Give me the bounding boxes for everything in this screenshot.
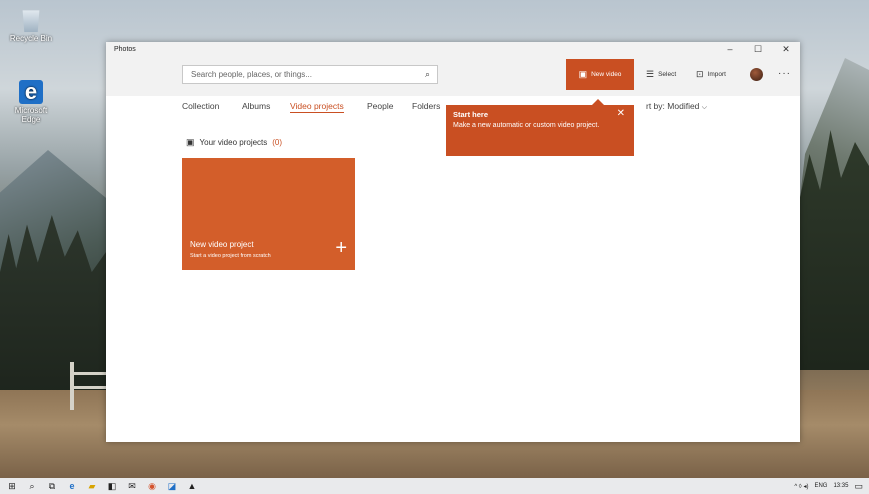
new-video-icon: ▣ [578,69,588,79]
edge-taskbar-icon[interactable]: e [64,478,80,494]
clock[interactable]: 13:35 [833,483,848,489]
title-bar: Photos – ☐ ✕ Search people, places, or t… [106,42,800,96]
tab-albums[interactable]: Albums [242,101,270,111]
task-view-icon[interactable]: ⧉ [44,478,60,494]
system-tray: ^ ◊ ◂) ENG 13:35 ▭ [794,478,863,494]
new-video-project-tile[interactable]: New video project Start a video project … [182,158,355,270]
app-icon[interactable]: ◪ [164,478,180,494]
select-button[interactable]: ☰ Select [646,69,676,80]
tab-video-projects[interactable]: Video projects [290,101,344,113]
teaching-tip-body: Make a new automatic or custom video pro… [453,122,600,129]
import-button[interactable]: ⊡ Import [696,69,726,80]
plus-icon: + [335,237,347,259]
taskbar: ⊞ ⌕ ⧉ e ▰ ◧ ✉ ◉ ◪ ▲ ^ ◊ ◂) ENG 13:35 ▭ [0,478,869,494]
tab-collection[interactable]: Collection [182,101,219,111]
desktop-icon-label: Microsoft Edge [14,106,48,124]
chevron-down-icon: ⌵ [701,104,708,111]
tab-folders[interactable]: Folders [412,101,440,111]
desktop-icon-edge[interactable]: e Microsoft Edge [8,80,54,125]
account-avatar[interactable] [750,68,763,81]
search-icon[interactable]: ⌕ [24,478,40,494]
teaching-tip-close-icon[interactable]: ✕ [617,108,625,119]
chrome-icon[interactable]: ◉ [144,478,160,494]
close-button[interactable]: ✕ [774,44,798,55]
edge-icon: e [19,80,43,104]
tile-subtitle: Start a video project from scratch [190,253,271,259]
desktop-icon-recycle-bin[interactable]: Recycle Bin [8,8,54,43]
mail-icon[interactable]: ✉ [124,478,140,494]
sort-by-label: rt by: [646,101,665,111]
app-title: Photos [114,46,136,53]
teaching-tip-title: Start here [453,110,489,119]
recycle-bin-icon [22,10,40,32]
project-count: (0) [272,138,283,147]
file-explorer-icon[interactable]: ▰ [84,478,100,494]
section-title: Your video projects [199,138,268,147]
sort-by-dropdown[interactable]: rt by: Modified ⌵ [646,101,707,112]
start-button-icon[interactable]: ⊞ [4,478,20,494]
select-label: Select [658,71,677,78]
sort-by-value: Modified [667,101,700,111]
video-project-icon: ▣ [186,137,195,147]
language-indicator[interactable]: ENG [814,483,827,489]
desktop-icon-label: Recycle Bin [9,34,53,43]
tab-people[interactable]: People [367,101,393,111]
photos-window: Photos – ☐ ✕ Search people, places, or t… [106,42,800,442]
search-placeholder: Search people, places, or things... [191,70,312,79]
notifications-icon[interactable]: ▭ [854,481,863,492]
tile-title: New video project [190,240,254,249]
search-input[interactable]: Search people, places, or things... ⌕ [182,65,438,84]
new-video-button[interactable]: ▣ New video [566,59,634,90]
maximize-button[interactable]: ☐ [746,44,770,55]
search-icon[interactable]: ⌕ [425,69,430,80]
more-options-button[interactable]: ··· [778,68,791,79]
new-video-label: New video [591,71,622,78]
import-icon: ⊡ [696,69,704,79]
section-header: ▣ Your video projects (0) [186,137,282,148]
minimize-button[interactable]: – [718,44,742,54]
tray-indicators[interactable]: ^ ◊ ◂) [794,483,808,490]
photos-taskbar-icon[interactable]: ▲ [184,478,200,494]
start-here-teaching-tip: Start here Make a new automatic or custo… [446,99,634,156]
import-label: Import [707,71,726,78]
select-icon: ☰ [646,69,655,79]
wallpaper-trees-right [799,130,869,370]
store-icon[interactable]: ◧ [104,478,120,494]
